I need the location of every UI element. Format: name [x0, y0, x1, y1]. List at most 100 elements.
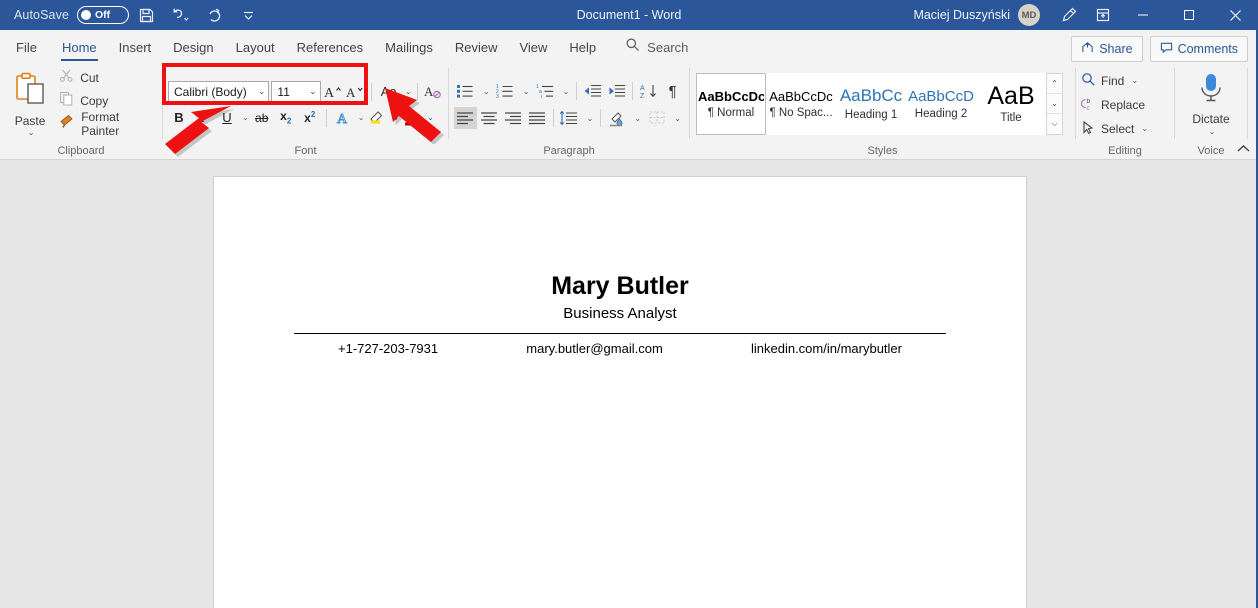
align-left-icon[interactable] — [454, 107, 477, 129]
resume-linkedin: linkedin.com/in/marybutler — [751, 341, 902, 356]
line-spacing-chevron-down-icon[interactable]: ⌄ — [583, 107, 596, 129]
borders-chevron-down-icon[interactable]: ⌄ — [671, 107, 684, 129]
subscript-button[interactable]: x2 — [275, 107, 297, 129]
comments-button[interactable]: Comments — [1150, 36, 1248, 62]
tab-help[interactable]: Help — [558, 32, 607, 62]
multilevel-chevron-down-icon[interactable]: ⌄ — [560, 80, 573, 102]
font-size-chevron-down-icon[interactable]: ⌄ — [305, 86, 317, 97]
bullets-chevron-down-icon[interactable]: ⌄ — [480, 80, 493, 102]
clipboard-commands: Cut Copy — [55, 67, 157, 140]
select-button[interactable]: Select ⌄ — [1081, 118, 1148, 140]
minimize-button[interactable] — [1120, 0, 1166, 30]
align-right-icon[interactable] — [502, 107, 525, 129]
paste-button[interactable]: Paste ⌄ — [5, 70, 55, 137]
font-divider — [371, 83, 372, 101]
document-page[interactable]: Mary Butler Business Analyst +1-727-203-… — [213, 176, 1027, 608]
close-button[interactable] — [1212, 0, 1258, 30]
document-content[interactable]: Mary Butler Business Analyst +1-727-203-… — [214, 177, 1026, 356]
dictate-button[interactable]: Dictate ⌄ — [1180, 72, 1242, 136]
share-button[interactable]: Share — [1071, 36, 1142, 62]
comments-label: Comments — [1178, 42, 1238, 56]
tab-layout[interactable]: Layout — [225, 32, 286, 62]
underline-chevron-down-icon[interactable]: ⌄ — [242, 113, 249, 122]
strikethrough-button[interactable]: ab — [251, 107, 273, 129]
style-normal[interactable]: AaBbCcDc ¶ Normal — [696, 73, 766, 135]
styles-more-button[interactable]: ⌵ — [1047, 113, 1062, 133]
tab-design[interactable]: Design — [162, 32, 224, 62]
tab-home[interactable]: Home — [51, 32, 108, 62]
undo-icon[interactable] — [163, 0, 197, 30]
style-heading-2[interactable]: AaBbCcD Heading 2 — [906, 73, 976, 135]
customize-quick-access-toolbar-icon[interactable] — [231, 0, 265, 30]
tab-mailings[interactable]: Mailings — [374, 32, 444, 62]
sort-az-icon[interactable]: A Z — [637, 80, 660, 102]
resume-name: Mary Butler — [294, 273, 946, 301]
font-color-icon[interactable]: A — [401, 107, 423, 129]
text-highlight-color-icon[interactable] — [366, 107, 388, 129]
copy-button[interactable]: Copy — [59, 90, 157, 111]
account-name[interactable]: Maciej Duszyński — [913, 8, 1018, 22]
shading-chevron-down-icon[interactable]: ⌄ — [631, 107, 644, 129]
line-spacing-icon[interactable] — [558, 107, 581, 129]
highlight-chevron-down-icon[interactable]: ⌄ — [392, 113, 399, 122]
superscript-button[interactable]: x2 — [299, 107, 321, 129]
style-title[interactable]: AaB Title — [976, 73, 1046, 135]
shading-icon[interactable] — [605, 107, 628, 129]
increase-indent-icon[interactable] — [605, 80, 628, 102]
paste-chevron-down-icon[interactable]: ⌄ — [28, 128, 35, 137]
italic-button[interactable]: I — [192, 107, 214, 129]
ribbon-display-options-icon[interactable] — [1086, 0, 1120, 30]
dictate-chevron-down-icon[interactable]: ⌄ — [1209, 127, 1216, 136]
paste-clipboard-icon — [13, 72, 47, 113]
format-painter-button[interactable]: Format Painter — [59, 113, 157, 134]
document-canvas[interactable]: Mary Butler Business Analyst +1-727-203-… — [0, 160, 1246, 608]
tab-file[interactable]: File — [0, 32, 51, 62]
svg-text:i: i — [541, 94, 542, 99]
font-name-chevron-down-icon[interactable]: ⌄ — [254, 86, 266, 97]
underline-button[interactable]: U — [216, 107, 238, 129]
font-color-chevron-down-icon[interactable]: ⌄ — [427, 113, 434, 122]
font-size-combobox[interactable]: 11 ⌄ — [271, 81, 320, 103]
find-button[interactable]: Find ⌄ — [1081, 70, 1148, 92]
replace-button[interactable]: b c Replace — [1081, 94, 1148, 116]
decrease-indent-icon[interactable] — [581, 80, 604, 102]
pen-icon[interactable] — [1052, 0, 1086, 30]
avatar[interactable]: MD — [1018, 4, 1040, 26]
cut-button[interactable]: Cut — [59, 67, 157, 88]
autosave-toggle[interactable]: Off — [77, 6, 129, 24]
styles-scroll-up-button[interactable]: ⌃ — [1047, 74, 1062, 93]
find-chevron-down-icon[interactable]: ⌄ — [1131, 76, 1138, 85]
numbering-icon[interactable]: 1 2 3 — [494, 80, 517, 102]
numbering-chevron-down-icon[interactable]: ⌄ — [520, 80, 533, 102]
paragraph-group-label: Paragraph — [449, 142, 689, 160]
text-effects-icon[interactable]: A — [332, 107, 354, 129]
tab-review[interactable]: Review — [444, 32, 509, 62]
title-bar: AutoSave Off Document1 - Word — [0, 0, 1258, 30]
maximize-button[interactable] — [1166, 0, 1212, 30]
search-input[interactable]: Search — [625, 32, 688, 62]
save-icon[interactable] — [129, 0, 163, 30]
bold-button[interactable]: B — [168, 107, 190, 129]
select-chevron-down-icon[interactable]: ⌄ — [1141, 124, 1148, 133]
collapse-ribbon-chevron-icon[interactable] — [1234, 139, 1252, 157]
multilevel-list-icon[interactable]: 1 a i — [534, 80, 557, 102]
bullets-icon[interactable] — [454, 80, 477, 102]
justify-icon[interactable] — [526, 107, 549, 129]
font-name-combobox[interactable]: Calibri (Body) ⌄ — [168, 81, 269, 103]
styles-scroll-down-button[interactable]: ⌄ — [1047, 93, 1062, 113]
grow-font-icon[interactable]: A — [323, 81, 344, 103]
tab-references[interactable]: References — [286, 32, 374, 62]
change-case-chevron-down-icon[interactable]: ⌄ — [405, 87, 412, 96]
align-center-icon[interactable] — [478, 107, 501, 129]
style-heading-1[interactable]: AaBbCc Heading 1 — [836, 73, 906, 135]
style-no-spacing[interactable]: AaBbCcDc ¶ No Spac... — [766, 73, 836, 135]
tab-view[interactable]: View — [508, 32, 558, 62]
clear-formatting-icon[interactable]: A — [423, 81, 444, 103]
redo-icon[interactable] — [197, 0, 231, 30]
shrink-font-icon[interactable]: A — [345, 81, 366, 103]
borders-icon[interactable] — [645, 107, 668, 129]
tab-insert[interactable]: Insert — [108, 32, 163, 62]
show-formatting-marks-icon[interactable]: ¶ — [661, 80, 684, 102]
text-effects-chevron-down-icon[interactable]: ⌄ — [358, 113, 365, 122]
change-case-button[interactable]: Aa — [377, 81, 401, 103]
